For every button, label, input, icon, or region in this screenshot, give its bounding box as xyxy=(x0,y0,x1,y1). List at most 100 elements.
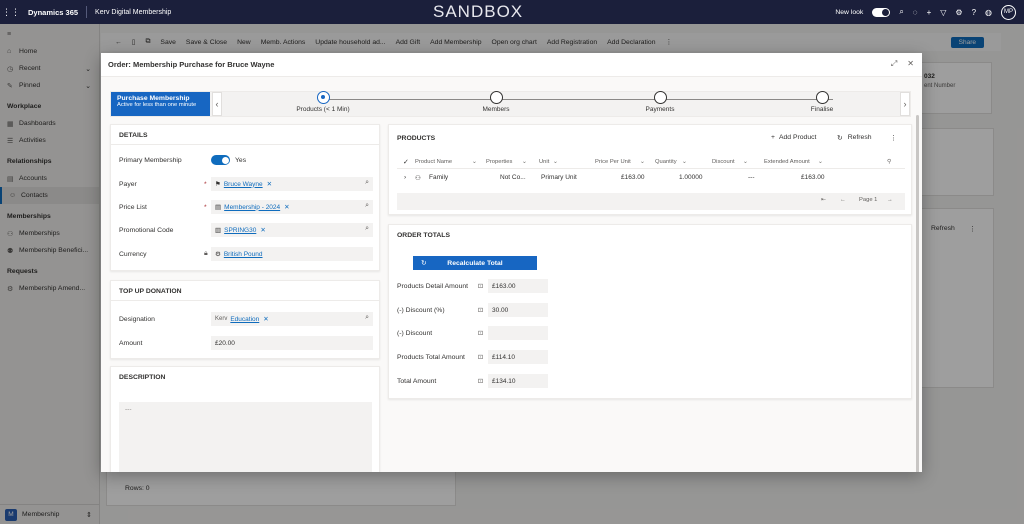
bpf-next-button[interactable]: › xyxy=(900,92,910,116)
lock-icon: ⊡ xyxy=(477,354,484,361)
refresh-icon: ↻ xyxy=(837,135,843,142)
column-header-product-name[interactable]: Product Name xyxy=(415,159,452,165)
discount-value xyxy=(488,326,548,340)
field-label: (-) Discount (%) xyxy=(397,306,445,314)
designation-chip: Kerv xyxy=(215,316,228,322)
field-label: Products Total Amount xyxy=(397,353,465,361)
column-header-quantity[interactable]: Quantity xyxy=(655,159,677,165)
remove-icon[interactable]: ✕ xyxy=(260,226,265,234)
required-marker: * xyxy=(204,180,207,188)
column-header-price[interactable]: Price Per Unit xyxy=(595,159,631,165)
bpf-prev-button[interactable]: ‹ xyxy=(212,92,222,116)
order-totals-section: ORDER TOTALS ↻ Recalculate Total Product… xyxy=(388,224,912,399)
bpf-stage-members[interactable]: Members xyxy=(456,91,536,113)
stage-label: Payments xyxy=(645,106,675,113)
column-header-extended-amount[interactable]: Extended Amount xyxy=(764,159,810,165)
currency-link[interactable]: British Pound xyxy=(224,251,263,258)
help-icon[interactable]: ? xyxy=(972,8,976,17)
recalculate-total-button[interactable]: ↻ Recalculate Total xyxy=(413,256,537,270)
amount-input[interactable]: £20.00 xyxy=(211,336,373,350)
primary-membership-toggle[interactable] xyxy=(211,155,230,165)
table-row[interactable]: › ⚇ Family Not Co... Primary Unit £163.0… xyxy=(397,174,905,188)
bpf-connector xyxy=(323,99,833,100)
column-header-unit[interactable]: Unit xyxy=(539,159,549,165)
cell-price: £163.00 xyxy=(621,174,645,181)
price-list-link[interactable]: Membership - 2024 xyxy=(224,204,280,211)
avatar[interactable]: MP xyxy=(1001,4,1016,20)
contact-icon: ⚑ xyxy=(215,181,221,188)
products-total-amount-value: £114.10 xyxy=(488,350,548,364)
new-look-label: New look xyxy=(835,8,864,16)
gear-icon[interactable]: ⚙ xyxy=(955,8,962,17)
new-look-toggle[interactable] xyxy=(872,7,891,17)
bpf-stage-payments[interactable]: Payments xyxy=(620,91,700,113)
discount-percent-value: 30.00 xyxy=(488,303,548,317)
process-name: Purchase Membership xyxy=(117,95,190,102)
column-settings-icon[interactable]: ⚲ xyxy=(887,159,891,165)
first-page-icon[interactable]: ⇤ xyxy=(821,197,826,203)
next-page-icon[interactable]: → xyxy=(887,197,893,203)
plus-icon[interactable]: + xyxy=(927,8,932,17)
filter-icon[interactable]: ▽ xyxy=(940,8,946,17)
column-header-discount[interactable]: Discount xyxy=(712,159,735,165)
prev-page-icon[interactable]: ← xyxy=(840,197,846,203)
price-list-lookup[interactable]: ▤ Membership - 2024 ✕ ⌕ xyxy=(211,200,373,214)
dialog-title: Order: Membership Purchase for Bruce Way… xyxy=(108,60,275,69)
payer-link[interactable]: Bruce Wayne xyxy=(224,181,263,188)
description-section: DESCRIPTION --- xyxy=(110,366,380,472)
remove-icon[interactable]: ✕ xyxy=(284,203,289,211)
total-amount-value: £134.10 xyxy=(488,374,548,388)
field-label: (-) Discount xyxy=(397,329,433,337)
amount-row: Amount £20.00 xyxy=(119,336,373,350)
copilot-icon[interactable]: ◍ xyxy=(985,8,992,17)
section-title: PRODUCTS xyxy=(397,135,436,142)
refresh-icon: ↻ xyxy=(421,260,427,267)
lock-icon: ⊡ xyxy=(477,378,484,385)
product-name[interactable]: Dynamics 365 xyxy=(28,8,78,17)
grid-pagination: ⇤ ← Page 1 → xyxy=(397,193,905,210)
products-detail-amount-value: £163.00 xyxy=(488,279,548,293)
more-icon[interactable]: ⋮ xyxy=(890,134,897,142)
stage-circle xyxy=(489,91,503,104)
active-process[interactable]: Purchase Membership Active for less than… xyxy=(111,92,210,116)
promo-code-lookup[interactable]: ▥ SPRING30 ✕ ⌕ xyxy=(211,223,373,237)
refresh-button[interactable]: ↻ Refresh xyxy=(837,134,872,142)
environment-banner: SANDBOX xyxy=(433,2,524,21)
dialog-header: Order: Membership Purchase for Bruce Way… xyxy=(101,53,922,77)
lightbulb-icon[interactable]: ◌ xyxy=(913,8,918,17)
search-icon[interactable]: ⌕ xyxy=(365,202,369,210)
bpf-stage-finalise[interactable]: Finalise xyxy=(782,91,862,113)
dialog-scrollbar[interactable] xyxy=(916,115,919,472)
details-section: DETAILS Primary Membership Yes Payer * ⚑… xyxy=(110,124,380,271)
search-icon[interactable]: ⌕ xyxy=(899,7,903,17)
promo-icon: ▥ xyxy=(215,227,222,234)
column-header-properties[interactable]: Properties xyxy=(486,159,512,165)
expand-icon[interactable]: ⤢ xyxy=(891,59,897,69)
products-grid-header: ✓ Product Name ⌄ Properties ⌄ Unit ⌄ Pri… xyxy=(397,155,905,169)
business-process-flow: Purchase Membership Active for less than… xyxy=(110,91,911,117)
app-launcher-icon[interactable]: ⋮⋮ xyxy=(0,7,22,18)
search-icon[interactable]: ⌕ xyxy=(365,314,369,322)
search-icon[interactable]: ⌕ xyxy=(365,179,369,187)
designation-link[interactable]: Education xyxy=(230,316,259,323)
designation-lookup[interactable]: Kerv Education ✕ ⌕ xyxy=(211,312,373,326)
payer-lookup[interactable]: ⚑ Bruce Wayne ✕ ⌕ xyxy=(211,177,373,191)
description-textarea[interactable]: --- xyxy=(119,402,372,472)
bpf-stage-products[interactable]: Products (< 1 Min) xyxy=(283,91,363,113)
remove-icon[interactable]: ✕ xyxy=(263,315,268,323)
chevron-down-icon: ⌄ xyxy=(682,158,687,165)
search-icon[interactable]: ⌕ xyxy=(365,225,369,233)
price-list-row: Price List * ▤ Membership - 2024 ✕ ⌕ xyxy=(119,200,373,214)
promo-code-link[interactable]: SPRING30 xyxy=(224,227,256,234)
lock-icon: 🔒︎ xyxy=(204,250,208,257)
close-icon[interactable]: ✕ xyxy=(907,59,914,69)
add-product-button[interactable]: + Add Product xyxy=(771,134,816,141)
cell-product-name[interactable]: Family xyxy=(429,174,448,181)
app-name[interactable]: Kerv Digital Membership xyxy=(95,9,171,16)
page-label: Page 1 xyxy=(859,197,878,203)
remove-icon[interactable]: ✕ xyxy=(267,180,272,188)
select-all-checkbox[interactable]: ✓ xyxy=(403,158,409,166)
chevron-right-icon[interactable]: › xyxy=(404,174,406,181)
cell-properties: Not Co... xyxy=(500,174,526,181)
order-dialog: Order: Membership Purchase for Bruce Way… xyxy=(101,53,922,472)
